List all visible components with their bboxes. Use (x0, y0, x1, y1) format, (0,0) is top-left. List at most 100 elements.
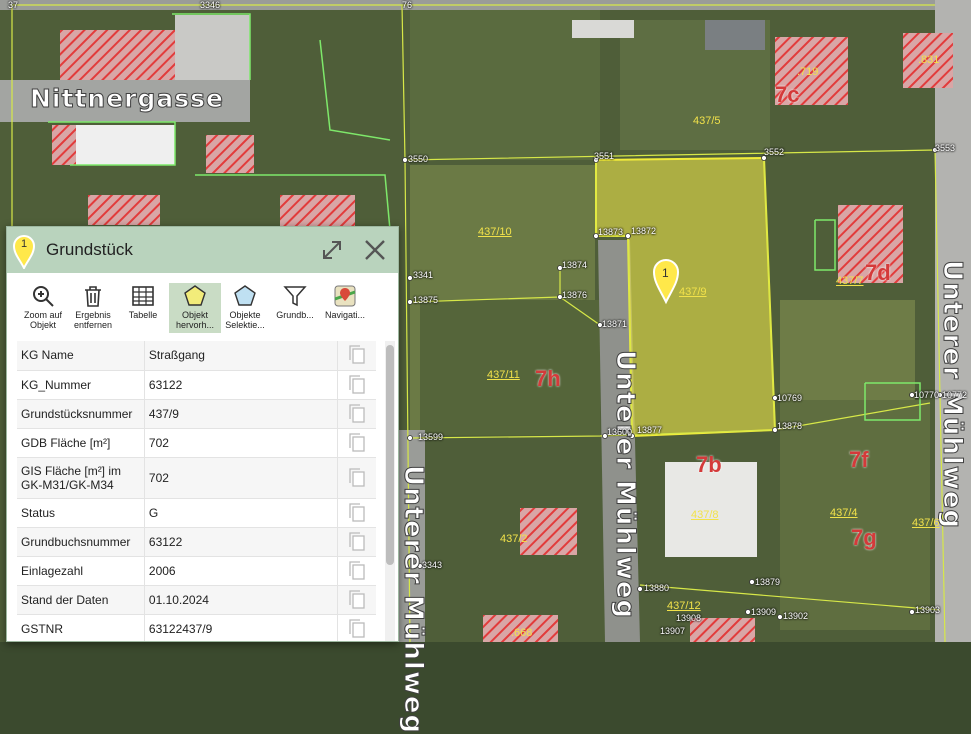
attribute-key: KG Name (17, 341, 145, 371)
copy-icon[interactable] (347, 531, 367, 553)
attribute-table-wrapper[interactable]: KG Name Straßgang KG_Nummer 63122 Grunds… (17, 341, 376, 641)
attribute-value: 437/9 (144, 399, 339, 429)
building-label: 7g (851, 525, 877, 550)
point-label: 10769 (777, 393, 803, 403)
parcel-label: 437/11 (487, 369, 520, 381)
copy-icon[interactable] (347, 589, 367, 611)
building-label: 7h (535, 366, 561, 391)
table-button[interactable]: Tabelle (117, 283, 169, 333)
tool-label: Navigati... (324, 310, 366, 320)
point-label: 10770 (914, 390, 940, 400)
tool-label: Tabelle (128, 310, 158, 320)
pentagon-highlight-icon (184, 285, 206, 306)
close-icon[interactable] (362, 237, 388, 263)
point-label: 76 (402, 0, 413, 10)
attribute-key: Einlagezahl (17, 556, 145, 586)
point-label: 3343 (422, 560, 443, 570)
zoom-icon (33, 286, 54, 307)
point-label: 13871 (602, 319, 628, 329)
feature-info-panel: 1 Grundstück Zoom auf Objekt Ergebnis en… (6, 226, 399, 642)
remove-result-button[interactable]: Ergebnis entfernen (67, 283, 119, 333)
point-label: 3551 (594, 151, 615, 161)
table-row: Einlagezahl 2006 (17, 556, 376, 586)
copy-icon[interactable] (347, 403, 367, 425)
attribute-key: GDB Fläche [m²] (17, 428, 145, 458)
building-label: 7f (849, 447, 869, 472)
select-objects-button[interactable]: Objekte Selektie... (219, 283, 271, 333)
table-row: Grundbuchsnummer 63122 (17, 527, 376, 557)
point-label: 13878 (777, 421, 803, 431)
parcel-label: .719 (797, 66, 819, 78)
point-label: 13908 (676, 613, 702, 623)
trash-icon (85, 286, 101, 307)
street-label-nittnergasse: Nittnergasse (30, 84, 224, 114)
copy-icon[interactable] (347, 560, 367, 582)
copy-icon[interactable] (347, 502, 367, 524)
table-row: GDB Fläche [m²] 702 (17, 428, 376, 458)
table-scrollbar[interactable] (385, 341, 395, 641)
copy-icon[interactable] (347, 344, 367, 366)
parcel-label: 437/2 (500, 533, 528, 545)
table-row: GIS Fläche [m²] im GK-M31/GK-M34 702 (17, 457, 376, 499)
point-label: 13909 (751, 607, 777, 617)
table-row: Grundstücksnummer 437/9 (17, 399, 376, 429)
building-label: 7b (696, 452, 722, 477)
filter-icon (283, 286, 307, 307)
navigation-button[interactable]: Navigati... (319, 283, 371, 333)
table-row: KG_Nummer 63122 (17, 370, 376, 400)
point-label: 13903 (915, 605, 941, 615)
panel-header: 1 Grundstück (7, 227, 398, 273)
point-label: 13600 (607, 427, 633, 437)
highlight-object-button[interactable]: Objekt hervorh... (169, 283, 221, 333)
point-label: 10772 (942, 390, 968, 400)
tool-label: Zoom auf Objekt (23, 310, 63, 330)
parcel-label: 437/8 (691, 509, 719, 521)
parcel-label: 437/12 (667, 600, 701, 612)
point-label: 13599 (418, 432, 444, 442)
attribute-key: KG_Nummer (17, 370, 145, 400)
attribute-value: G (144, 498, 339, 528)
parcel-label: 437/4 (830, 507, 858, 519)
parcel-label: 437/6 (912, 517, 940, 529)
point-label: 13876 (562, 290, 588, 300)
table-row: Status G (17, 498, 376, 528)
expand-icon[interactable] (319, 237, 345, 263)
scrollbar-thumb[interactable] (386, 345, 394, 565)
copy-icon[interactable] (347, 618, 367, 640)
panel-title: Grundstück (46, 240, 133, 259)
attribute-value: 702 (144, 457, 339, 499)
parcel-label: 437/5 (693, 115, 721, 127)
attribute-value: 63122 (144, 527, 339, 557)
parcel-label: 437/9 (679, 286, 707, 298)
point-label: 3553 (935, 143, 956, 153)
selected-marker-number: 1 (662, 266, 669, 280)
attribute-key: Status (17, 498, 145, 528)
point-label: 13907 (660, 626, 686, 636)
copy-icon[interactable] (347, 374, 367, 396)
point-label: 13902 (783, 611, 809, 621)
point-label: 13877 (637, 425, 663, 435)
copy-icon[interactable] (347, 467, 367, 489)
panel-toolbar: Zoom auf Objekt Ergebnis entfernen Tabel… (7, 273, 398, 338)
point-label: 3552 (764, 147, 785, 157)
parcel-label: .831 (918, 54, 940, 66)
table-row: Stand der Daten 01.10.2024 (17, 585, 376, 615)
land-register-filter-button[interactable]: Grundb... (269, 283, 321, 333)
attribute-value: 63122437/9 (144, 614, 339, 641)
tool-label: Ergebnis entfernen (73, 310, 113, 330)
attribute-key: GSTNR (17, 614, 145, 641)
table-row: KG Name Straßgang (17, 341, 376, 371)
attribute-key: GIS Fläche [m²] im GK-M31/GK-M34 (17, 457, 145, 499)
parcel-label: .668 (511, 627, 533, 639)
pentagon-select-icon (234, 285, 256, 306)
point-label: 37 (8, 0, 19, 10)
point-label: 3550 (408, 154, 429, 164)
zoom-to-object-button[interactable]: Zoom auf Objekt (17, 283, 69, 333)
tool-label: Objekt hervorh... (175, 310, 215, 330)
attribute-value: 63122 (144, 370, 339, 400)
copy-icon[interactable] (347, 432, 367, 454)
table-row: GSTNR 63122437/9 (17, 614, 376, 641)
parcel-label: 437/7 (836, 275, 864, 287)
point-label: 13873 (598, 227, 624, 237)
tool-label: Grundb... (276, 310, 314, 320)
